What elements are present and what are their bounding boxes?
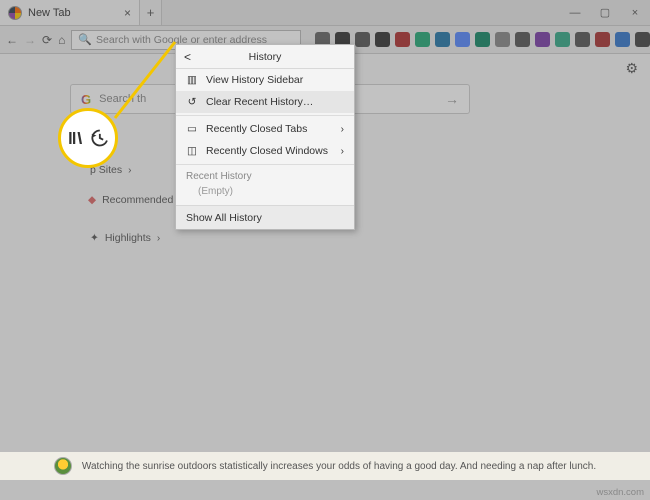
search-placeholder: Search th [99, 93, 146, 105]
history-icon [89, 128, 109, 148]
extension-icon[interactable] [455, 32, 470, 47]
chevron-right-icon: › [157, 233, 160, 244]
library-icon [67, 129, 85, 147]
windows-icon: ◫ [186, 145, 198, 157]
menu-back-button[interactable]: < [184, 50, 191, 64]
menu-clear-recent-history[interactable]: ↺ Clear Recent History… [176, 91, 354, 113]
new-tab-button[interactable]: + [140, 0, 162, 25]
extension-icon[interactable] [435, 32, 450, 47]
pocket-icon: ◆ [88, 194, 96, 206]
extension-icon[interactable] [495, 32, 510, 47]
history-menu-header: < History [176, 45, 354, 69]
snippet-icon [54, 457, 72, 475]
watermark: wsxdn.com [596, 487, 644, 498]
highlights-header[interactable]: ✦ Highlights› [90, 232, 160, 244]
recommended-header[interactable]: ◆ Recommended b [88, 194, 182, 206]
nav-home-button[interactable]: ⌂ [58, 31, 65, 49]
nav-forward-button[interactable]: → [24, 31, 36, 49]
snippet-text: Watching the sunrise outdoors statistica… [82, 461, 596, 472]
extension-icon[interactable] [515, 32, 530, 47]
recent-history-empty: (Empty) [176, 184, 354, 205]
history-menu: < History ▥ View History Sidebar ↺ Clear… [175, 44, 355, 230]
extension-icon[interactable] [635, 32, 650, 47]
search-submit-icon[interactable]: → [445, 91, 459, 107]
snippet-bar: Watching the sunrise outdoors statistica… [0, 452, 650, 480]
nav-reload-button[interactable]: ⟳ [42, 31, 52, 49]
extension-icon[interactable] [475, 32, 490, 47]
recent-history-label: Recent History [176, 167, 354, 184]
menu-recently-closed-tabs[interactable]: ▭ Recently Closed Tabs › [176, 118, 354, 140]
highlights-icon: ✦ [90, 232, 99, 244]
extension-icon[interactable] [395, 32, 410, 47]
firefox-icon [8, 6, 22, 20]
menu-recently-closed-windows[interactable]: ◫ Recently Closed Windows › [176, 140, 354, 162]
history-clear-icon: ↺ [186, 96, 198, 108]
chevron-right-icon: › [128, 165, 131, 176]
extension-icon[interactable] [595, 32, 610, 47]
menu-show-all-history[interactable]: Show All History [176, 205, 354, 229]
extension-icon[interactable] [355, 32, 370, 47]
customize-gear-icon[interactable]: ⚙ [625, 60, 638, 77]
nav-back-button[interactable]: ← [6, 31, 18, 49]
toolbar-extensions [315, 32, 650, 47]
search-icon: 🔍 [78, 33, 92, 46]
tab-close-icon[interactable]: × [124, 6, 131, 20]
extension-icon[interactable] [575, 32, 590, 47]
extension-icon[interactable] [375, 32, 390, 47]
chevron-right-icon: › [341, 146, 344, 157]
annotation-callout [58, 108, 118, 168]
tabs-icon: ▭ [186, 123, 198, 135]
extension-icon[interactable] [535, 32, 550, 47]
window-controls: — ▢ × [560, 0, 650, 25]
window-minimize-button[interactable]: — [560, 0, 590, 25]
history-menu-title: History [249, 51, 282, 63]
chevron-right-icon: › [341, 124, 344, 135]
browser-tab[interactable]: New Tab × [0, 0, 140, 25]
sidebar-icon: ▥ [186, 74, 198, 86]
tab-title: New Tab [28, 7, 71, 19]
window-titlebar: New Tab × + — ▢ × [0, 0, 650, 26]
extension-icon[interactable] [415, 32, 430, 47]
menu-separator [176, 115, 354, 116]
window-maximize-button[interactable]: ▢ [590, 0, 620, 25]
menu-separator [176, 164, 354, 165]
window-close-button[interactable]: × [620, 0, 650, 25]
extension-icon[interactable] [615, 32, 630, 47]
google-icon: G [81, 92, 91, 107]
extension-icon[interactable] [555, 32, 570, 47]
menu-view-history-sidebar[interactable]: ▥ View History Sidebar [176, 69, 354, 91]
